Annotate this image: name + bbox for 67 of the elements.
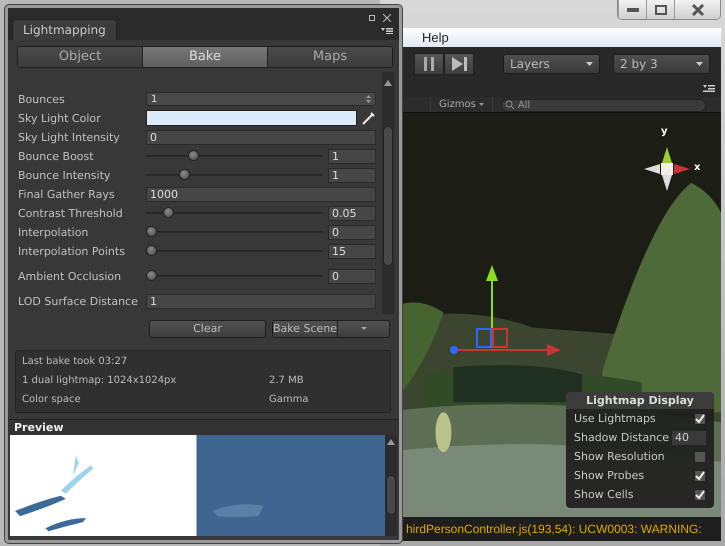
menu-icon[interactable] (703, 85, 715, 92)
info-text: Color space (22, 394, 82, 405)
menu-item[interactable]: Help (422, 30, 449, 45)
info-text: Last bake took 03:27 (22, 356, 128, 367)
close-icon[interactable] (383, 14, 391, 22)
bounces-dropdown[interactable]: 1 (146, 92, 376, 106)
setting-label: Bounces (18, 92, 66, 106)
search-field[interactable]: All (500, 99, 706, 112)
setting-label: Bounce Boost (18, 150, 95, 163)
input-field[interactable]: 0 (146, 130, 376, 145)
info-text: 1 dual lightmap: 1024x1024px (22, 374, 178, 386)
slider-thumb[interactable] (146, 270, 157, 282)
setting-label: Interpolation Points (18, 244, 126, 258)
maximize-icon (654, 4, 666, 14)
slider-thumb[interactable] (146, 245, 157, 256)
minimize-icon (626, 8, 638, 12)
pause-button[interactable] (414, 52, 444, 74)
setting-label: Final Gather Rays (18, 188, 116, 201)
caret-icon (478, 103, 484, 106)
layers-dropdown[interactable]: Layers (503, 54, 600, 74)
slider-thumb[interactable] (179, 169, 190, 180)
window-tab[interactable]: Lightmapping (12, 18, 117, 40)
value-field[interactable]: 0 (328, 224, 376, 240)
step-icon (451, 56, 467, 70)
value-field[interactable]: 1 (328, 168, 376, 183)
slider-thumb[interactable] (188, 150, 198, 162)
clear-button[interactable]: Clear (149, 320, 266, 338)
info-value: Gamma (269, 394, 310, 405)
scroll-up-icon[interactable] (384, 80, 392, 86)
setting-label: Ambient Occlusion (18, 270, 122, 283)
bake-scene-button[interactable]: Bake Scene (272, 320, 390, 338)
gizmos-dropdown[interactable]: Gizmos (430, 97, 493, 112)
maximize-icon[interactable] (369, 15, 375, 21)
value-field[interactable]: 0.05 (328, 206, 376, 221)
mode-tab[interactable]: Object (18, 46, 142, 67)
caret-icon (696, 62, 703, 66)
setting-label: Interpolation (18, 226, 90, 239)
value-field[interactable]: 0 (328, 268, 376, 284)
layout-dropdown[interactable]: 2 by 3 (613, 54, 710, 74)
up-down-arrows-icon (366, 95, 371, 104)
input-field[interactable]: 1000 (146, 186, 376, 202)
menu-icon[interactable] (381, 28, 393, 34)
search-icon (504, 100, 515, 109)
maximize-button[interactable] (646, 0, 674, 19)
setting-label: LOD Surface Distance (18, 294, 139, 308)
input-field[interactable]: 1 (146, 294, 376, 309)
step-button[interactable] (444, 52, 474, 74)
close-icon (690, 4, 704, 16)
setting-label: Sky Light Intensity (18, 130, 121, 144)
slider-thumb[interactable] (162, 207, 174, 218)
caret-icon (586, 62, 593, 66)
preview-header: Preview (8, 418, 399, 435)
pause-icon (423, 56, 435, 70)
caret-icon (360, 327, 367, 330)
mode-tab[interactable]: Bake (142, 46, 267, 67)
minimize-button[interactable] (618, 0, 646, 19)
info-value: 2.7 MB (269, 374, 305, 386)
setting-label: Bounce Intensity (18, 168, 112, 182)
value-field[interactable]: 1 (328, 148, 376, 164)
close-button[interactable] (674, 0, 720, 19)
setting-label: Sky Light Color (18, 112, 102, 125)
value-field[interactable]: 15 (328, 244, 376, 259)
eyedropper-icon[interactable] (362, 111, 376, 126)
mode-tab[interactable]: Maps (267, 46, 392, 67)
color-swatch[interactable] (146, 110, 357, 126)
setting-label: Contrast Threshold (18, 206, 124, 220)
slider-thumb[interactable] (146, 226, 157, 238)
